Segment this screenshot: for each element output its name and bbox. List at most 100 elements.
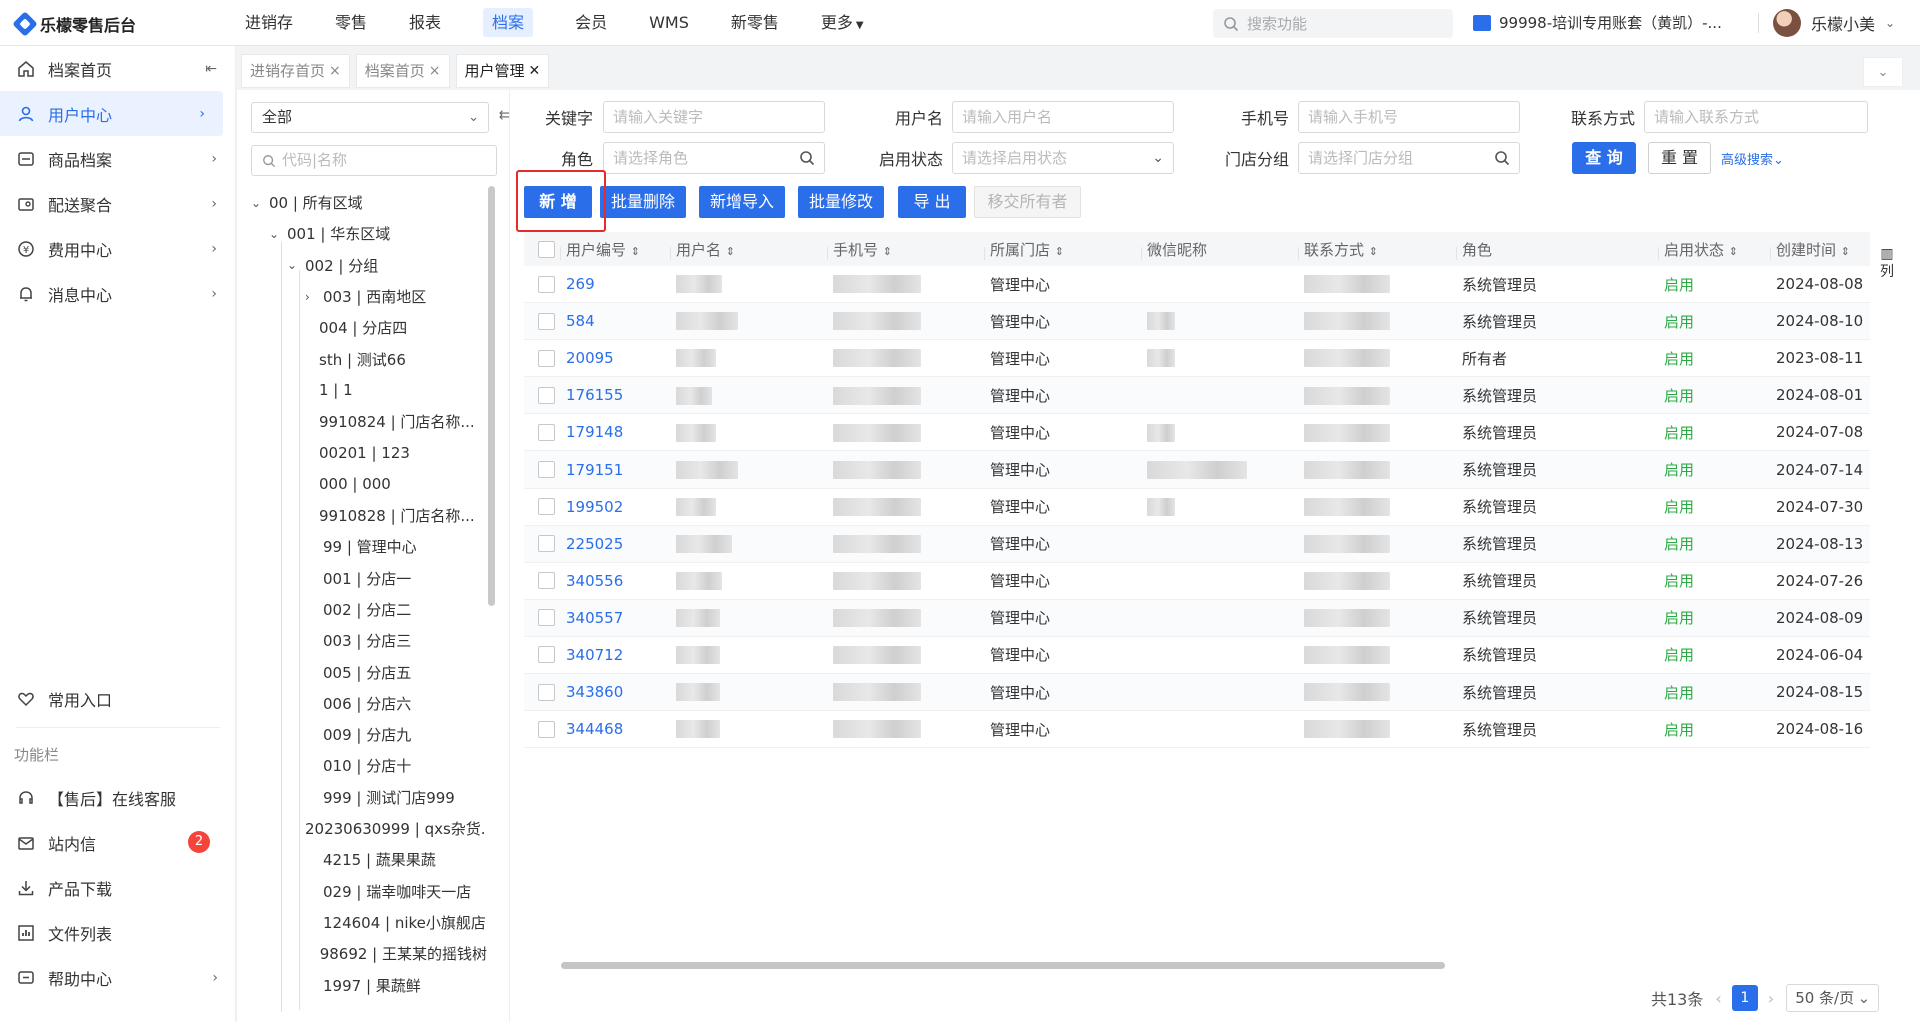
table-row[interactable]: 179148 管理中心 系统管理员 启用 2024-07-08	[524, 414, 1870, 452]
batch-delete-button[interactable]: 批量删除	[600, 186, 686, 218]
tree-node[interactable]: 009 | 分店九	[251, 719, 487, 750]
tree-node[interactable]: 1997 | 果蔬鲜	[251, 969, 487, 1000]
close-icon[interactable]: ×	[329, 54, 341, 88]
user-menu[interactable]: 乐檬小美 ⌄	[1773, 9, 1895, 37]
next-page-icon[interactable]: ›	[1768, 989, 1774, 1008]
row-checkbox[interactable]	[538, 461, 555, 479]
tree-node[interactable]: ⌄ 00 | 所有区域	[251, 187, 487, 218]
query-button[interactable]: 查 询	[1572, 142, 1636, 174]
tab-user-management[interactable]: 用户管理 ✕	[455, 54, 550, 88]
tree-node[interactable]: 000 | 000	[251, 469, 487, 500]
col-store[interactable]: 所属门店 ⇕	[984, 239, 1141, 260]
tabs-menu-button[interactable]: ⌄	[1863, 57, 1903, 87]
tree-node[interactable]: ⌄ 002 | 分组	[251, 250, 487, 281]
add-button[interactable]: 新 增	[524, 186, 592, 218]
transfer-owner-button[interactable]: 移交所有者	[974, 186, 1081, 218]
user-id-link[interactable]: 179148	[560, 423, 670, 441]
user-id-link[interactable]: 340712	[560, 646, 670, 664]
tab-archive-home[interactable]: 档案首页 ×	[355, 54, 450, 88]
user-id-link[interactable]: 584	[560, 312, 670, 330]
table-row[interactable]: 269 管理中心 系统管理员 启用 2024-08-08	[524, 266, 1870, 304]
tree-node[interactable]: 005 | 分店五	[251, 656, 487, 687]
sidebar-item-online-service[interactable]: 【售后】在线客服	[0, 775, 236, 820]
table-row[interactable]: 179151 管理中心 系统管理员 启用 2024-07-14	[524, 451, 1870, 489]
tree-node[interactable]: 9910824 | 门店名称...	[251, 406, 487, 437]
collapse-tree-icon[interactable]: ⇇	[499, 108, 510, 123]
topnav-retail[interactable]: 零售	[314, 0, 388, 46]
function-search-input[interactable]: 搜索功能	[1213, 9, 1453, 38]
tree-node[interactable]: 9910828 | 门店名称...	[251, 500, 487, 531]
advanced-search-link[interactable]: 高级搜索⌄	[1721, 149, 1784, 168]
tree-node[interactable]: 124604 | nike小旗舰店	[251, 907, 487, 938]
row-checkbox[interactable]	[538, 386, 555, 404]
user-id-link[interactable]: 179151	[560, 461, 670, 479]
topnav-wms[interactable]: WMS	[628, 0, 710, 46]
table-row[interactable]: 225025 管理中心 系统管理员 启用 2024-08-13	[524, 525, 1870, 563]
row-checkbox[interactable]	[538, 535, 555, 553]
column-settings-button[interactable]: ▥ 列	[1877, 245, 1897, 281]
user-id-link[interactable]: 225025	[560, 535, 670, 553]
row-checkbox[interactable]	[538, 572, 555, 590]
topnav-inventory[interactable]: 进销存	[224, 0, 314, 46]
chevron-down-icon[interactable]: ⌄	[269, 227, 287, 241]
user-id-link[interactable]: 343860	[560, 683, 670, 701]
user-id-link[interactable]: 340556	[560, 572, 670, 590]
export-button[interactable]: 导 出	[898, 186, 966, 218]
table-row[interactable]: 584 管理中心 系统管理员 启用 2024-08-10	[524, 303, 1870, 341]
table-row[interactable]: 20095 管理中心 所有者 启用 2023-08-11	[524, 340, 1870, 378]
table-row[interactable]: 340556 管理中心 系统管理员 启用 2024-07-26	[524, 563, 1870, 600]
sidebar-item-files[interactable]: 文件列表	[0, 910, 236, 955]
row-checkbox[interactable]	[538, 498, 555, 516]
user-id-link[interactable]: 344468	[560, 720, 670, 738]
col-username[interactable]: 用户名 ⇕	[670, 239, 827, 260]
sidebar-item-messages[interactable]: 消息中心 ›	[0, 271, 235, 316]
user-id-link[interactable]: 20095	[560, 349, 670, 367]
horizontal-scrollbar[interactable]	[561, 962, 1445, 969]
col-created-time[interactable]: 创建时间 ⇕	[1770, 239, 1870, 260]
table-row[interactable]: 340557 管理中心 系统管理员 启用 2024-08-09	[524, 599, 1870, 637]
chevron-right-icon[interactable]: ›	[305, 290, 323, 304]
page-1-button[interactable]: 1	[1731, 985, 1758, 1011]
tree-node[interactable]: ⌄ 001 | 华东区域	[251, 218, 487, 249]
brand-logo[interactable]: 乐檬零售后台	[12, 11, 136, 37]
keyword-input[interactable]: 请输入关键字	[603, 101, 825, 133]
sidebar-item-inbox[interactable]: 站内信 2	[0, 820, 236, 865]
close-icon[interactable]: ✕	[529, 54, 541, 88]
user-id-link[interactable]: 176155	[560, 386, 670, 404]
sidebar-item-cost[interactable]: ¥ 费用中心 ›	[0, 226, 235, 271]
user-id-link[interactable]: 199502	[560, 498, 670, 516]
topnav-reports[interactable]: 报表	[388, 0, 462, 46]
row-checkbox[interactable]	[538, 720, 555, 738]
sidebar-item-delivery[interactable]: 配送聚合 ›	[0, 181, 235, 226]
tree-node[interactable]: 002 | 分店二	[251, 594, 487, 625]
row-checkbox[interactable]	[538, 646, 555, 664]
collapse-sidebar-icon[interactable]: ⇤	[205, 61, 217, 77]
user-id-link[interactable]: 269	[560, 275, 670, 293]
tree-node[interactable]: sth | 测试66	[251, 343, 487, 374]
tab-inventory-home[interactable]: 进销存首页 ×	[241, 54, 350, 88]
tree-scrollbar[interactable]	[488, 186, 495, 606]
tree-node[interactable]: › 003 | 西南地区	[251, 281, 487, 312]
tree-node[interactable]: 029 | 瑞幸咖啡天一店	[251, 876, 487, 907]
sidebar-item-archive-home[interactable]: 档案首页 ⇤	[0, 46, 235, 91]
tree-node[interactable]: 4215 | 蔬果果蔬	[251, 844, 487, 875]
tree-node[interactable]: 004 | 分店四	[251, 312, 487, 343]
table-row[interactable]: 199502 管理中心 系统管理员 启用 2024-07-30	[524, 489, 1870, 526]
close-icon[interactable]: ×	[429, 54, 441, 88]
col-user-id[interactable]: 用户编号 ⇕	[560, 239, 670, 260]
sidebar-item-help[interactable]: 帮助中心 ›	[0, 955, 236, 1000]
prev-page-icon[interactable]: ‹	[1715, 989, 1721, 1008]
row-checkbox[interactable]	[538, 609, 555, 627]
select-all-checkbox[interactable]	[538, 240, 555, 258]
row-checkbox[interactable]	[538, 349, 555, 367]
topnav-new-retail[interactable]: 新零售	[710, 0, 800, 46]
col-status[interactable]: 启用状态 ⇕	[1658, 239, 1770, 260]
contact-input[interactable]: 请输入联系方式	[1644, 101, 1868, 133]
tree-search-input[interactable]: 代码|名称	[251, 145, 497, 176]
tree-node[interactable]: 001 | 分店一	[251, 563, 487, 594]
sidebar-item-goods[interactable]: 商品档案 ›	[0, 136, 235, 181]
reset-button[interactable]: 重 置	[1648, 142, 1711, 174]
batch-edit-button[interactable]: 批量修改	[798, 186, 884, 218]
topnav-more[interactable]: 更多 ▼	[800, 0, 885, 46]
scope-select[interactable]: 全部 ⌄	[251, 102, 489, 133]
